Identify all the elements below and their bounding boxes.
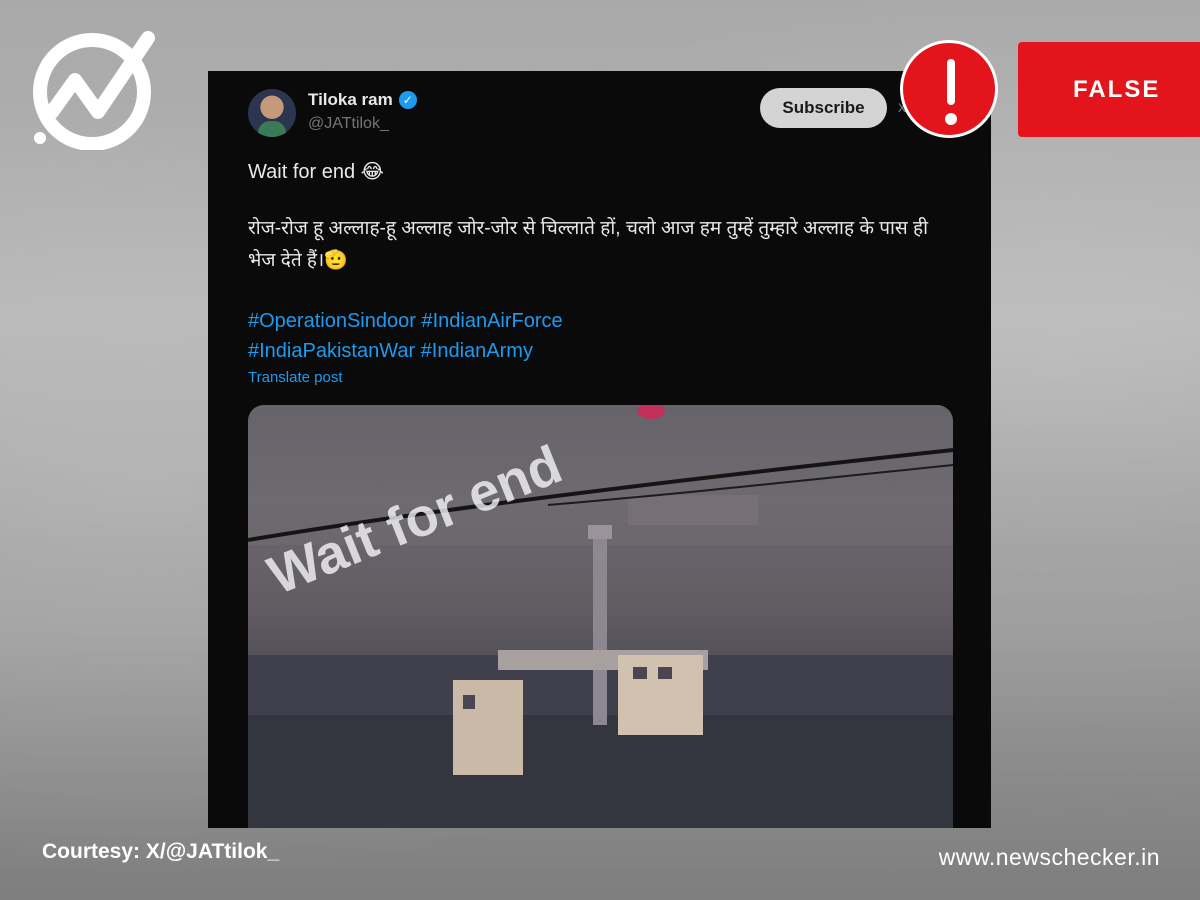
tweet-card: Tiloka ram ✓ @JATtilok_ Subscribe x Wait… <box>208 71 991 828</box>
exclamation-icon <box>900 40 998 138</box>
author-name[interactable]: Tiloka ram <box>308 90 393 110</box>
author-handle[interactable]: @JATtilok_ <box>308 115 389 133</box>
subscribe-button[interactable]: Subscribe <box>760 88 887 128</box>
verdict-label: FALSE <box>1018 42 1200 137</box>
newschecker-logo-icon <box>33 31 155 150</box>
hashtags: #OperationSindoor #IndianAirForce #India… <box>248 306 563 366</box>
tweet-media[interactable]: Wait for end <box>248 405 953 828</box>
hashtags-line2[interactable]: #IndiaPakistanWar #IndianArmy <box>248 336 563 366</box>
avatar[interactable] <box>248 89 296 137</box>
translate-post-link[interactable]: Translate post <box>248 369 343 386</box>
author-row: Tiloka ram ✓ <box>308 90 417 110</box>
hashtags-line1[interactable]: #OperationSindoor #IndianAirForce <box>248 306 563 336</box>
courtesy-credit: Courtesy: X/@JATtilok_ <box>42 840 280 863</box>
verified-badge-icon: ✓ <box>398 91 417 109</box>
tweet-text-line1: Wait for end 😂 <box>248 161 385 183</box>
website-url[interactable]: www.newschecker.in <box>939 844 1160 871</box>
media-scene: Wait for end <box>248 405 953 828</box>
tweet-text-line2: रोज-रोज हू अल्लाह-हू अल्लाह जोर-जोर से च… <box>248 218 929 271</box>
